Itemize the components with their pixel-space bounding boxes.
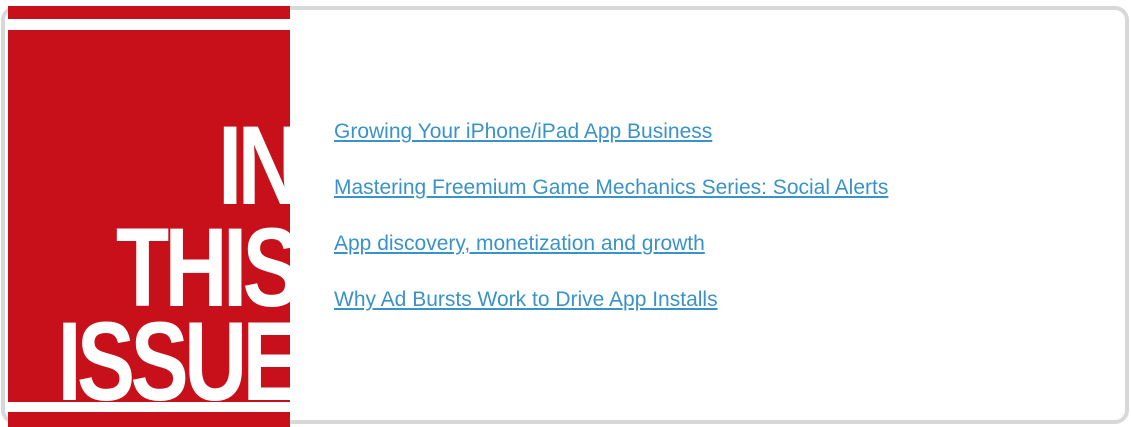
- banner-divider: [8, 19, 290, 30]
- article-link-ad-bursts[interactable]: Why Ad Bursts Work to Drive App Installs: [334, 286, 888, 313]
- in-this-issue-banner: IN THIS ISSUE: [8, 6, 290, 427]
- banner-footer-strip: [8, 402, 290, 412]
- article-link-app-discovery[interactable]: App discovery, monetization and growth: [334, 230, 888, 257]
- issue-article-list: Growing Your iPhone/iPad App Business Ma…: [334, 118, 888, 342]
- article-link-growing-app-business[interactable]: Growing Your iPhone/iPad App Business: [334, 118, 888, 145]
- article-link-freemium-social-alerts[interactable]: Mastering Freemium Game Mechanics Series…: [334, 174, 888, 201]
- in-this-issue-panel: IN THIS ISSUE Growing Your iPhone/iPad A…: [0, 0, 1131, 427]
